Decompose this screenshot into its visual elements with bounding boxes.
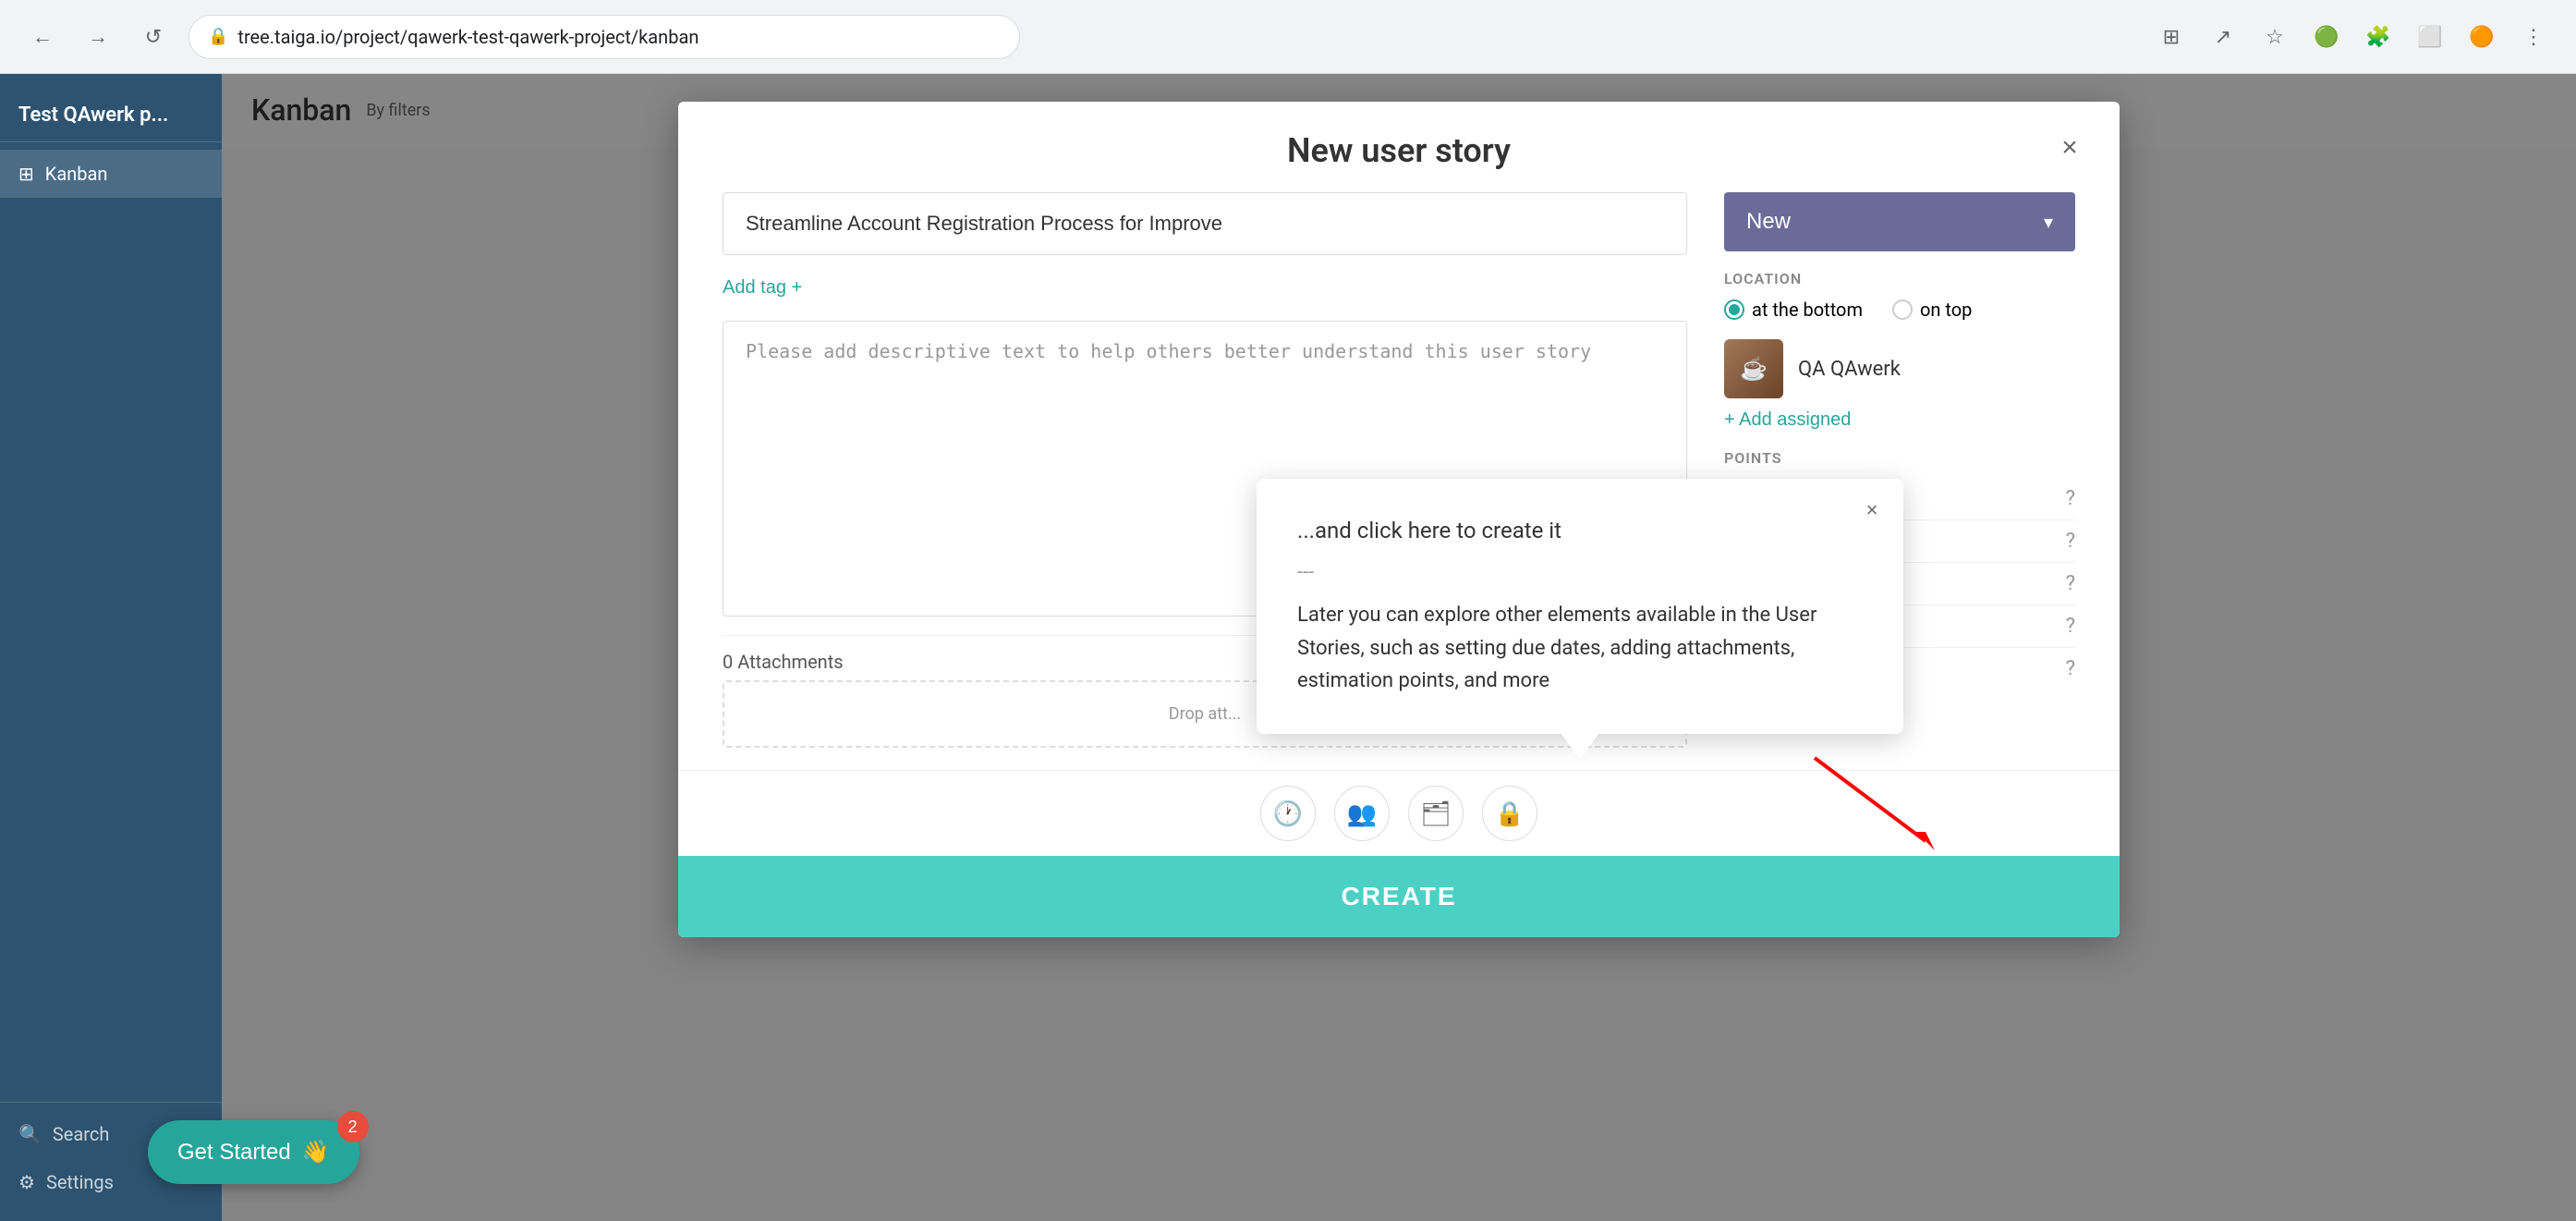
sidebar-item-label: Settings (46, 1171, 114, 1193)
location-section: LOCATION at the bottom on top (1724, 270, 2075, 321)
story-title-input[interactable] (723, 192, 1687, 255)
url-text: tree.taiga.io/project/qawerk-test-qawerk… (237, 26, 699, 48)
sidebar-item-kanban[interactable]: ⊞ Kanban (0, 150, 222, 198)
red-arrow-indicator (1805, 749, 1953, 863)
tooltip-title: ...and click here to create it (1297, 516, 1863, 547)
forward-button[interactable]: → (78, 17, 118, 57)
folder-icon-button[interactable]: 🗂 (1408, 786, 1464, 841)
at-bottom-label: at the bottom (1752, 299, 1863, 321)
address-bar[interactable]: 🔒 tree.taiga.io/project/qawerk-test-qawe… (188, 15, 1020, 59)
points-ux-value: ? (2066, 487, 2075, 510)
tooltip-body: Later you can explore other elements ava… (1297, 599, 1863, 697)
points-front-value: ? (2066, 572, 2075, 595)
assigned-user: ☕ QA QAwerk (1724, 339, 2075, 398)
sidebar-project-name: Test QAwerk p... (0, 89, 222, 142)
browser-actions: ⊞ ↗ ☆ 🟢 🧩 ⬜ 🟠 ⋮ (2151, 17, 2554, 57)
add-assigned-button[interactable]: + Add assigned (1724, 409, 1851, 431)
back-button[interactable]: ← (22, 17, 63, 57)
at-bottom-radio[interactable] (1724, 299, 1744, 320)
bookmark-icon[interactable]: ☆ (2254, 17, 2295, 57)
get-started-label: Get Started (222, 1140, 291, 1166)
search-icon: 🔍 (18, 1123, 42, 1145)
modal-title: New user story (1287, 131, 1511, 170)
points-back-value: ? (2066, 615, 2075, 638)
modal-close-button[interactable]: × (2049, 128, 2090, 168)
get-started-emoji: 👋 (302, 1139, 330, 1166)
location-label: LOCATION (1724, 270, 2075, 287)
profile-icon[interactable]: 🟠 (2461, 17, 2502, 57)
on-top-label: on top (1920, 299, 1972, 321)
window-icon[interactable]: ⬜ (2410, 17, 2450, 57)
extension-icon[interactable]: 🟢 (2306, 17, 2347, 57)
chevron-down-icon: ▾ (2044, 211, 2053, 234)
translate-icon[interactable]: ⊞ (2151, 17, 2192, 57)
browser-chrome: ← → ↺ 🔒 tree.taiga.io/project/qawerk-tes… (0, 0, 2576, 74)
tooltip-arrow (1561, 734, 1598, 760)
get-started-button[interactable]: Get Started 👋 2 (222, 1120, 359, 1184)
assigned-section: ☕ QA QAwerk + Add assigned (1724, 339, 2075, 431)
user-name: QA QAwerk (1798, 358, 1901, 381)
create-button[interactable]: CREATE (678, 856, 2120, 937)
users-icon-button[interactable]: 👥 (1334, 786, 1390, 841)
clock-icon-button[interactable]: 🕐 (1260, 786, 1316, 841)
status-label: New (1746, 209, 1791, 235)
menu-icon[interactable]: ⋮ (2513, 17, 2554, 57)
add-tag-button[interactable]: Add tag + (723, 274, 1687, 302)
share-icon[interactable]: ↗ (2203, 17, 2243, 57)
app-layout: Test QAwerk p... ⊞ Kanban 🔍 Search ⚙ Set… (0, 74, 2576, 1221)
reload-button[interactable]: ↺ (133, 17, 174, 57)
tooltip-divider: --- (1297, 561, 1863, 584)
lock-icon-button[interactable]: 🔒 (1482, 786, 1537, 841)
sidebar-item-label: Search (53, 1123, 109, 1145)
kanban-icon: ⊞ (18, 163, 34, 185)
avatar: ☕ (1724, 339, 1783, 398)
lock-icon: 🔒 (208, 27, 228, 46)
puzzle-icon[interactable]: 🧩 (2358, 17, 2399, 57)
new-user-story-modal: New user story × Add tag + Please add de… (678, 102, 2120, 937)
modal-header: New user story × (678, 102, 2120, 170)
status-dropdown[interactable]: New ▾ (1724, 192, 2075, 251)
tooltip-popup: × ...and click here to create it --- Lat… (1257, 479, 1903, 734)
on-top-option[interactable]: on top (1892, 299, 1972, 321)
on-top-radio[interactable] (1892, 299, 1913, 320)
points-design-value: ? (2066, 530, 2075, 553)
points-total-value: ? (2066, 657, 2075, 680)
tooltip-close-button[interactable]: × (1855, 494, 1889, 527)
location-radio-group: at the bottom on top (1724, 299, 2075, 321)
avatar-image: ☕ (1724, 339, 1783, 398)
points-label: POINTS (1724, 449, 2075, 467)
sidebar: Test QAwerk p... ⊞ Kanban 🔍 Search ⚙ Set… (0, 74, 222, 1221)
settings-icon: ⚙ (18, 1171, 35, 1193)
sidebar-item-label: Kanban (45, 163, 108, 185)
modal-overlay: New user story × Add tag + Please add de… (222, 74, 2576, 1221)
main-area: Kanban By filters New user story × Add t… (222, 74, 2576, 1221)
at-bottom-option[interactable]: at the bottom (1724, 299, 1863, 321)
notification-badge: 2 (337, 1111, 369, 1142)
